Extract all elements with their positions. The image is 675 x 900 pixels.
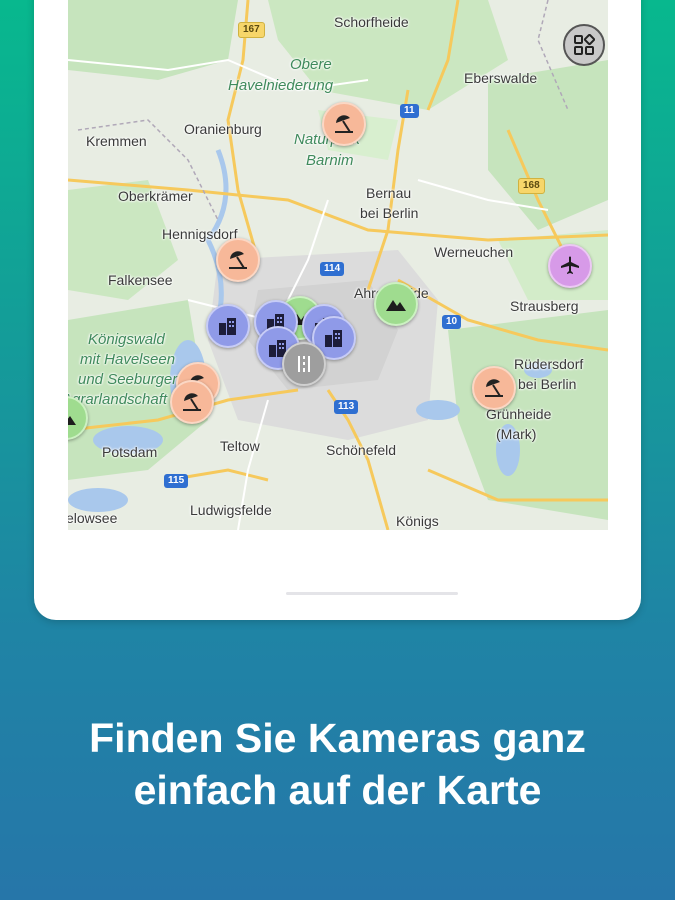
place-label-werder: elowsee [68, 510, 118, 526]
camera-marker-airport[interactable] [548, 244, 592, 288]
place-label-ruedersdorf: Rüdersdorf [514, 356, 584, 372]
road-shield-114: 114 [320, 262, 345, 276]
place-label-schoenefeld: Schönefeld [326, 442, 397, 458]
camera-cluster-marker[interactable] [282, 342, 326, 386]
umbrella-icon [229, 251, 247, 269]
road-shield-168: 168 [518, 178, 545, 194]
place-label-mark: (Mark) [496, 426, 537, 442]
camera-marker-beach[interactable] [170, 380, 214, 424]
place-label-koenigs: Königs [396, 513, 439, 529]
road-shield-167: 167 [238, 22, 265, 38]
road-shield-10: 10 [442, 315, 462, 329]
place-label-hennigsdorf: Hennigsdorf [162, 226, 238, 242]
road-shield-113: 113 [334, 400, 359, 414]
umbrella-icon [183, 393, 201, 411]
place-label-teltow: Teltow [220, 438, 260, 454]
place-label-obere: Obere [290, 56, 332, 73]
grid-icon [574, 34, 595, 55]
place-label-oranienburg: Oranienburg [184, 121, 262, 137]
map-layers-button[interactable] [563, 24, 605, 66]
place-label-ludwigsfelde: Ludwigsfelde [190, 502, 272, 518]
place-label-bernau: Bernau [366, 185, 412, 201]
place-label-koenigswald: Königswald [88, 331, 165, 348]
place-label-havelniederung: Havelniederung [228, 77, 334, 94]
mountain-icon [68, 416, 76, 425]
map-view[interactable]: Schorfheide Obere Havelniederung Eberswa… [68, 0, 608, 530]
place-label-strausberg: Strausberg [510, 298, 579, 314]
place-label-und-seeburger: und Seeburger [78, 371, 178, 388]
cluster-icon [298, 356, 310, 372]
road-shield-115: 115 [164, 474, 189, 488]
place-label-bei-berlin: bei Berlin [360, 205, 419, 221]
place-label-oberkraemer: Oberkrämer [118, 188, 193, 204]
camera-marker-city[interactable] [206, 304, 250, 348]
camera-marker-beach[interactable] [322, 102, 366, 146]
place-label-eberswalde: Eberswalde [464, 70, 538, 86]
camera-marker-mountain[interactable] [374, 282, 418, 326]
home-indicator [286, 592, 458, 595]
place-label-falkensee: Falkensee [108, 272, 173, 288]
caption-line-2: einfach auf der Karte [133, 767, 542, 813]
road-shield-11: 11 [400, 104, 419, 118]
camera-marker-beach[interactable] [216, 238, 260, 282]
place-label-barnim: Barnim [306, 152, 354, 169]
buildings-icon [219, 318, 236, 335]
caption-line-1: Finden Sie Kameras ganz [89, 715, 586, 761]
place-label-schorfheide: Schorfheide [334, 14, 409, 30]
place-label-potsdam: Potsdam [102, 444, 158, 460]
umbrella-icon [335, 115, 353, 133]
place-label-werneuchen: Werneuchen [434, 244, 514, 260]
camera-marker-beach[interactable] [472, 366, 516, 410]
buildings-icon [325, 330, 342, 347]
mountain-icon [386, 300, 406, 311]
umbrella-icon [485, 379, 503, 397]
place-label-mit-havelseen: mit Havelseen [80, 351, 176, 368]
promo-caption: Finden Sie Kameras ganz einfach auf der … [0, 712, 675, 816]
place-label-bei-berlin-2: bei Berlin [518, 376, 577, 392]
airplane-icon [561, 256, 579, 274]
place-label-kremmen: Kremmen [86, 133, 147, 149]
